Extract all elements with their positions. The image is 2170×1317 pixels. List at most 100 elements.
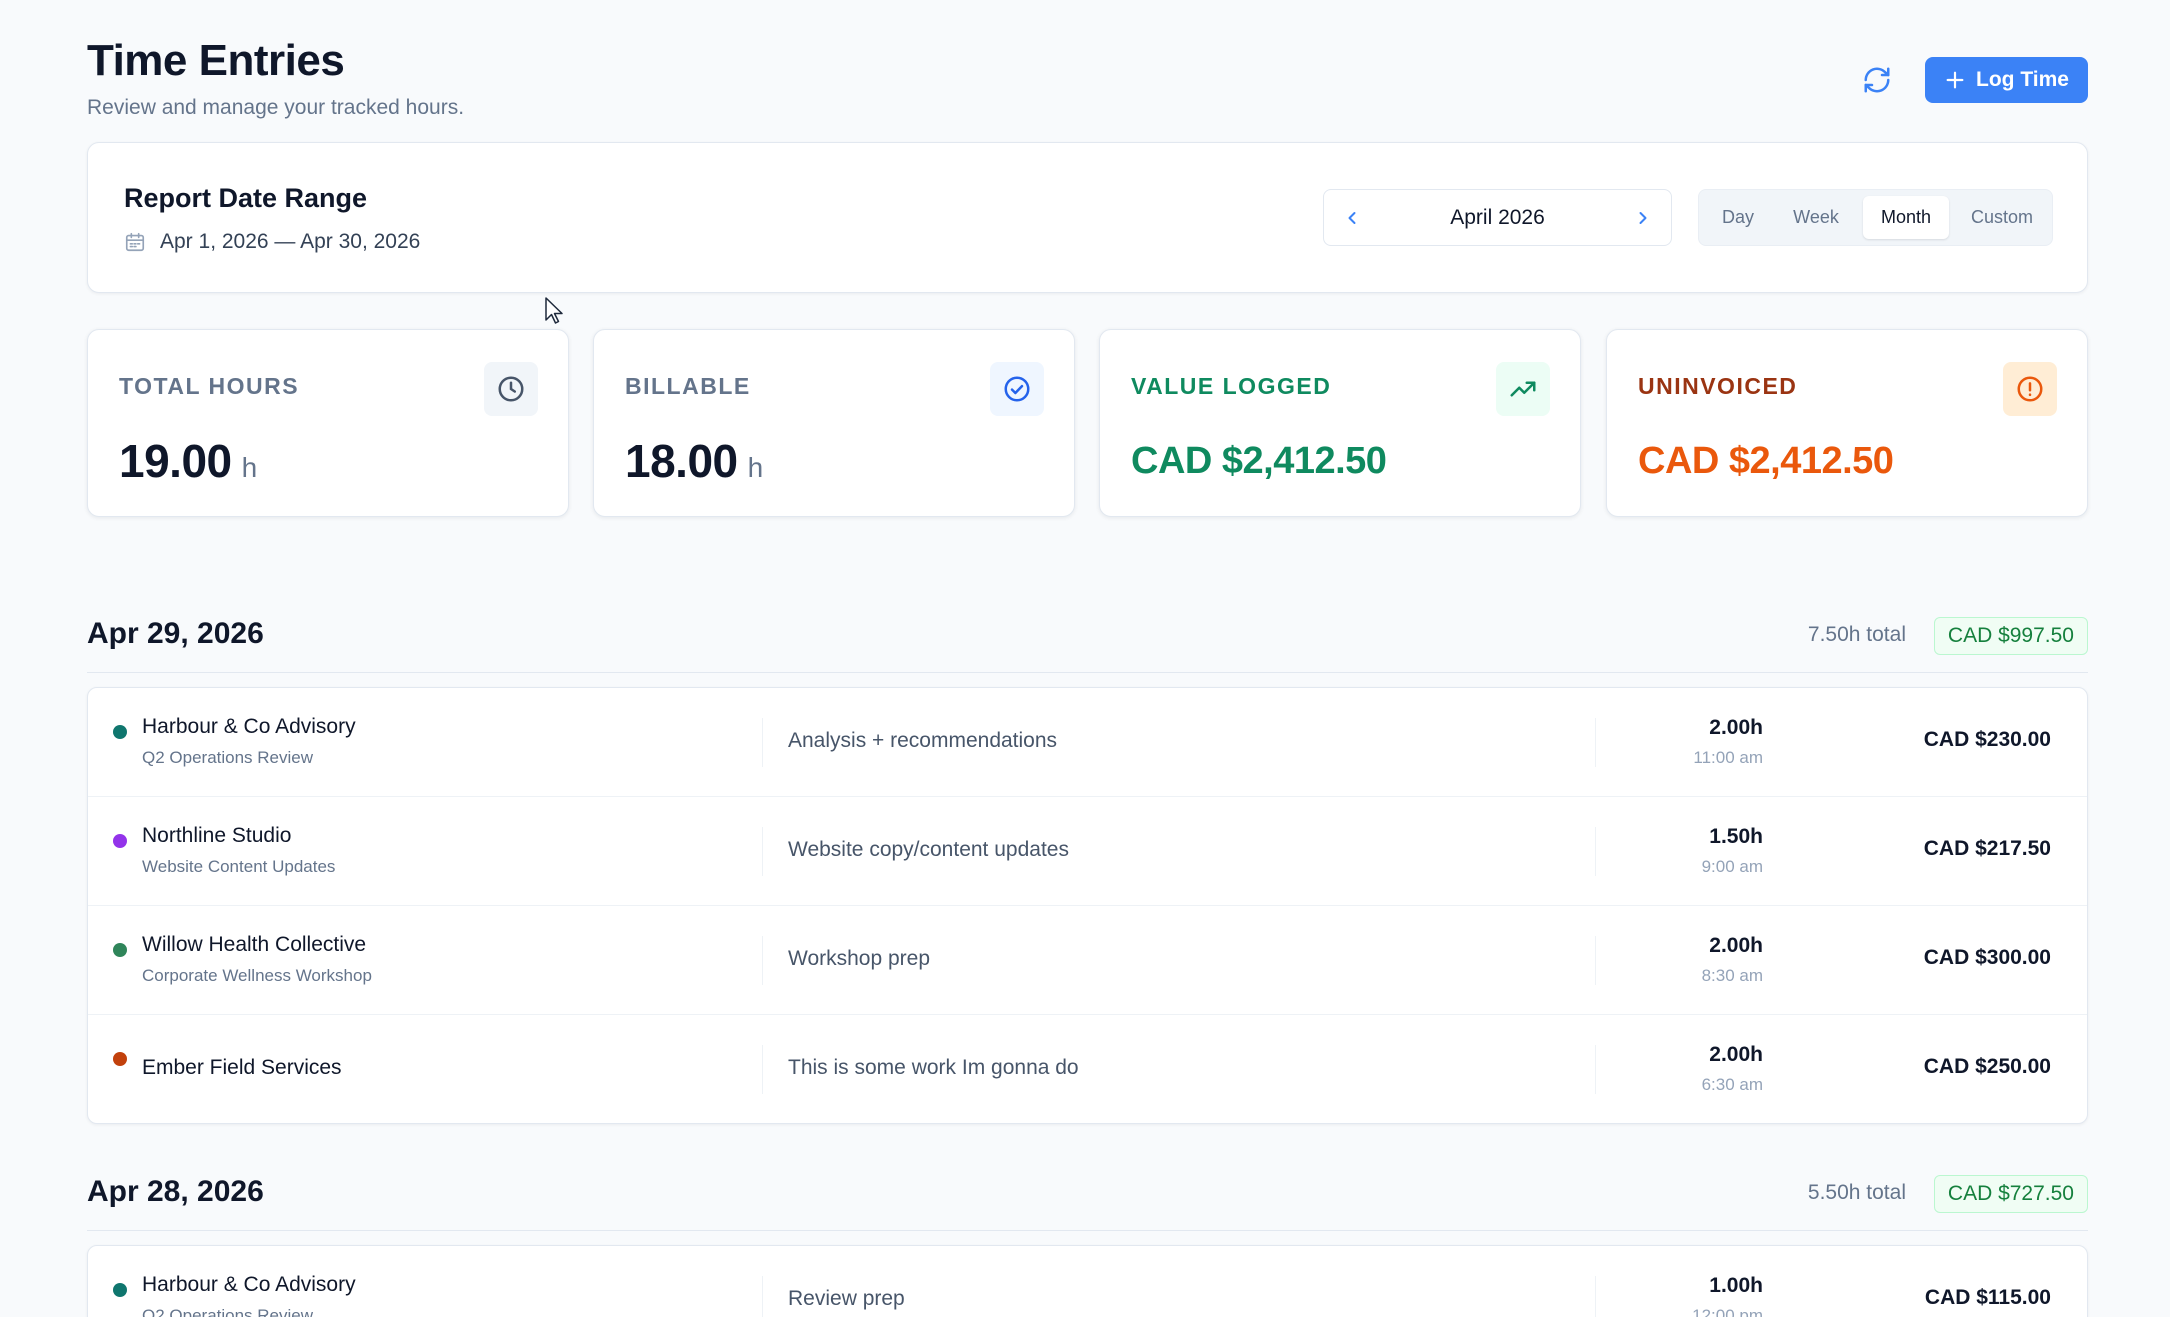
divider <box>762 827 763 876</box>
page-subtitle: Review and manage your tracked hours. <box>87 96 465 119</box>
stat-label: UNINVOICED <box>1638 373 1798 399</box>
plus-icon <box>1946 71 1964 89</box>
day-total-amount: CAD $727.50 <box>1933 1175 2088 1213</box>
entry-time: 11:00 am <box>1693 748 1763 767</box>
client-color-dot <box>113 943 127 957</box>
clock-icon <box>484 362 538 416</box>
entry-time: 6:30 am <box>1701 1075 1763 1094</box>
date-range-card: Report Date Range Apr 1, 2026 — Apr 30, … <box>87 142 2088 293</box>
entry-amount: CAD $300.00 <box>1923 946 2051 969</box>
stat-value: 18.00 h <box>625 434 763 488</box>
hours-unit: h <box>241 452 258 483</box>
entry-hours: 1.00h <box>1709 1274 1763 1297</box>
log-time-button[interactable]: Log Time <box>1925 57 2088 103</box>
stat-label: VALUE LOGGED <box>1131 373 1332 399</box>
calendar-icon <box>125 232 145 252</box>
month-label: April 2026 <box>1450 206 1545 229</box>
client-color-dot <box>113 834 127 848</box>
chevron-right-icon <box>1639 212 1647 224</box>
time-entry-row[interactable]: Harbour & Co Advisory Q2 Operations Revi… <box>88 1246 2087 1317</box>
day-date: Apr 28, 2026 <box>87 1175 264 1208</box>
divider <box>1595 718 1596 767</box>
entry-description: Analysis + recommendations <box>788 729 1058 752</box>
day-date: Apr 29, 2026 <box>87 617 264 650</box>
client-name: Willow Health Collective <box>142 933 367 956</box>
billable-value: 18.00 <box>625 435 738 487</box>
project-name: Q2 Operations Review <box>142 1306 314 1317</box>
view-week-tab[interactable]: Week <box>1777 196 1855 239</box>
refresh-icon <box>1864 67 1890 93</box>
client-name: Harbour & Co Advisory <box>142 1273 356 1296</box>
entry-list: Harbour & Co Advisory Q2 Operations Revi… <box>87 1245 2088 1317</box>
entry-description: Review prep <box>788 1287 905 1310</box>
log-time-label: Log Time <box>1976 68 2069 91</box>
divider <box>1595 1045 1596 1094</box>
entry-hours: 1.50h <box>1709 825 1763 848</box>
day-group-header: Apr 29, 2026 7.50h total CAD $997.50 <box>87 617 2088 673</box>
check-circle-icon <box>990 362 1044 416</box>
entry-list: Harbour & Co Advisory Q2 Operations Revi… <box>87 687 2088 1124</box>
page-title: Time Entries <box>87 36 345 85</box>
total-hours-card: TOTAL HOURS 19.00 h <box>87 329 569 517</box>
entry-amount: CAD $217.50 <box>1923 837 2051 860</box>
divider <box>1595 1276 1596 1317</box>
uninvoiced-value: CAD $2,412.50 <box>1638 440 1894 482</box>
entry-description: Website copy/content updates <box>788 838 1069 861</box>
time-entry-row[interactable]: Northline Studio Website Content Updates… <box>88 797 2087 906</box>
entry-amount: CAD $230.00 <box>1923 728 2051 751</box>
day-total-amount: CAD $997.50 <box>1933 617 2088 655</box>
stat-label: TOTAL HOURS <box>119 373 300 399</box>
day-total-hours: 5.50h total <box>1807 1181 1906 1204</box>
time-entry-row[interactable]: Harbour & Co Advisory Q2 Operations Revi… <box>88 688 2087 797</box>
entry-amount: CAD $115.00 <box>1924 1286 2051 1309</box>
uninvoiced-card: UNINVOICED CAD $2,412.50 <box>1606 329 2088 517</box>
project-name: Q2 Operations Review <box>142 748 314 767</box>
day-total-hours: 7.50h total <box>1807 623 1906 646</box>
divider <box>1595 827 1596 876</box>
divider <box>1595 936 1596 985</box>
month-navigator: April 2026 <box>1323 189 1672 246</box>
billable-card: BILLABLE 18.00 h <box>593 329 1075 517</box>
time-entry-row[interactable]: Willow Health Collective Corporate Welln… <box>88 906 2087 1015</box>
client-name: Ember Field Services <box>142 1056 342 1079</box>
client-color-dot <box>113 725 127 739</box>
client-color-dot <box>113 1052 127 1066</box>
view-month-tab[interactable]: Month <box>1863 196 1949 239</box>
value-logged-card: VALUE LOGGED CAD $2,412.50 <box>1099 329 1581 517</box>
range-dates: Apr 1, 2026 — Apr 30, 2026 <box>124 230 420 254</box>
stat-value: 19.00 h <box>119 434 257 488</box>
trending-up-icon <box>1496 362 1550 416</box>
time-entry-row[interactable]: Ember Field Services This is some work I… <box>88 1015 2087 1123</box>
entry-time: 8:30 am <box>1701 966 1763 985</box>
divider <box>762 718 763 767</box>
client-name: Harbour & Co Advisory <box>142 715 356 738</box>
view-toggle: Day Week Month Custom <box>1698 189 2053 246</box>
entry-hours: 2.00h <box>1709 934 1763 957</box>
divider <box>762 1276 763 1317</box>
value-logged-value: CAD $2,412.50 <box>1131 440 1387 482</box>
total-hours-value: 19.00 <box>119 435 232 487</box>
entry-time: 9:00 am <box>1701 857 1763 876</box>
project-name: Website Content Updates <box>142 857 336 876</box>
entry-hours: 2.00h <box>1709 1043 1763 1066</box>
entry-amount: CAD $250.00 <box>1923 1055 2051 1078</box>
page-header: Time Entries Review and manage your trac… <box>87 0 2088 140</box>
project-name: Corporate Wellness Workshop <box>142 966 372 985</box>
entry-hours: 2.00h <box>1709 716 1763 739</box>
stat-label: BILLABLE <box>625 373 751 399</box>
view-custom-tab[interactable]: Custom <box>1955 196 2049 239</box>
refresh-button[interactable] <box>1857 60 1897 100</box>
hours-unit: h <box>747 452 764 483</box>
range-dates-text: Apr 1, 2026 — Apr 30, 2026 <box>160 230 421 253</box>
divider <box>762 1045 763 1094</box>
entry-time: 12:00 pm <box>1692 1306 1763 1317</box>
divider <box>762 936 763 985</box>
mouse-cursor-icon <box>545 297 563 324</box>
entry-description: This is some work Im gonna do <box>788 1056 1079 1079</box>
client-name: Northline Studio <box>142 824 292 847</box>
entry-description: Workshop prep <box>788 947 931 970</box>
alert-circle-icon <box>2003 362 2057 416</box>
time-entries-page: Time Entries Review and manage your trac… <box>87 0 2088 1317</box>
next-month-button[interactable] <box>1629 204 1657 232</box>
view-day-tab[interactable]: Day <box>1707 196 1769 239</box>
